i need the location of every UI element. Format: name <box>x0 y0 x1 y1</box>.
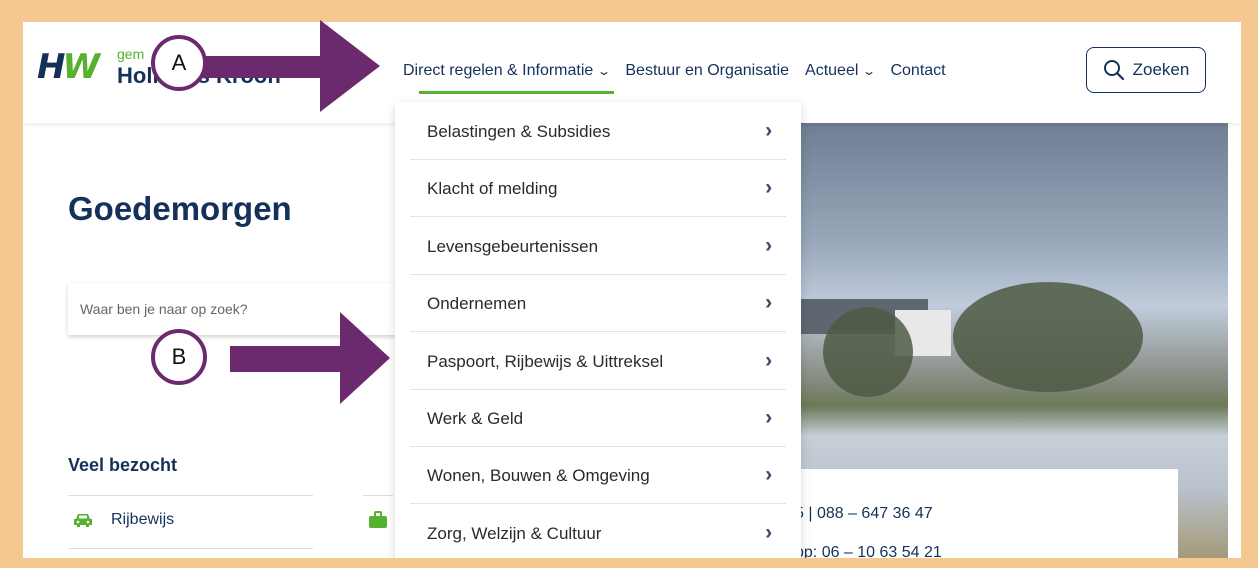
main-nav: Direct regelen & Informatie ⌄ Bestuur en… <box>403 62 962 80</box>
chevron-down-icon: ⌄ <box>597 64 612 78</box>
dropdown-menu: Belastingen & Subsidies ›› Klacht of mel… <box>395 102 801 558</box>
nav-item-direct-regelen[interactable]: Direct regelen & Informatie ⌄ <box>403 62 612 80</box>
divider <box>68 495 313 496</box>
annotation-label: A <box>171 50 187 75</box>
dropdown-item-label: Paspoort, Rijbewijs & Uittreksel <box>427 351 664 371</box>
visited-heading: Veel bezocht <box>68 455 178 475</box>
dropdown-item-levensgebeurtenissen[interactable]: Levensgebeurtenissen ›› <box>410 219 786 275</box>
nav-label: Bestuur en Organisatie <box>625 62 790 79</box>
divider <box>363 495 393 496</box>
briefcase-icon <box>369 511 387 528</box>
dropdown-item-label: Levensgebeurtenissen <box>427 236 599 256</box>
dropdown-item-werk-geld[interactable]: Werk & Geld ›› <box>410 391 786 447</box>
site-logo[interactable]: HW gem Hollands Kroon <box>37 46 281 88</box>
double-chevron-right-icon: ›› <box>765 349 771 372</box>
double-chevron-right-icon: ›› <box>765 463 771 486</box>
visited-link-rijbewijs[interactable]: Rijbewijs <box>73 511 174 529</box>
dropdown-item-label: Klacht of melding <box>427 178 558 198</box>
dropdown-item-paspoort[interactable]: Paspoort, Rijbewijs & Uittreksel ›› <box>410 334 786 390</box>
double-chevron-right-icon: ›› <box>765 522 771 545</box>
search-icon <box>1103 60 1124 81</box>
logo-text-small: gem <box>117 46 145 62</box>
nav-label: Contact <box>890 62 946 79</box>
divider <box>68 548 313 549</box>
search-button-label: Zoeken <box>1132 60 1190 79</box>
logo-mark-icon: HW <box>37 47 100 87</box>
hero-tree <box>953 282 1143 392</box>
dropdown-item-label: Wonen, Bouwen & Omgeving <box>427 465 650 485</box>
active-nav-underline <box>419 91 614 94</box>
dropdown-item-label: Belastingen & Subsidies <box>427 121 611 141</box>
nav-item-bestuur[interactable]: Bestuur en Organisatie <box>625 62 789 80</box>
hero-tree <box>823 307 913 397</box>
dropdown-item-belastingen[interactable]: Belastingen & Subsidies ›› <box>410 104 786 160</box>
nav-item-actueel[interactable]: Actueel ⌄ <box>805 62 877 80</box>
page-greeting: Goedemorgen <box>68 190 292 227</box>
dropdown-item-label: Ondernemen <box>427 293 527 313</box>
dropdown-item-ondernemen[interactable]: Ondernemen ›› <box>410 276 786 332</box>
chevron-down-icon: ⌄ <box>862 64 877 78</box>
annotation-arrow-a <box>200 20 380 112</box>
dropdown-item-label: Werk & Geld <box>427 408 524 428</box>
annotation-marker-a: A <box>151 35 207 91</box>
nav-label: Actueel <box>805 62 859 79</box>
search-button[interactable]: Zoeken <box>1086 47 1206 93</box>
double-chevron-right-icon: ›› <box>765 176 771 199</box>
double-chevron-right-icon: ›› <box>765 291 771 314</box>
nav-label: Direct regelen & Informatie <box>403 62 594 79</box>
car-icon <box>74 514 92 527</box>
double-chevron-right-icon: ›› <box>765 234 771 257</box>
dropdown-item-zorg[interactable]: Zorg, Welzijn & Cultuur ›› <box>410 506 786 558</box>
double-chevron-right-icon: ›› <box>765 119 771 142</box>
annotation-marker-b: B <box>151 329 207 385</box>
contact-phone: 5 | 088 – 647 36 47 <box>795 505 933 522</box>
annotation-label: B <box>171 344 187 369</box>
nav-item-contact[interactable]: Contact <box>890 62 945 80</box>
dropdown-item-wonen[interactable]: Wonen, Bouwen & Omgeving ›› <box>410 448 786 504</box>
dropdown-item-label: Zorg, Welzijn & Cultuur <box>427 524 602 543</box>
contact-app: pp: 06 – 10 63 54 21 <box>795 544 942 558</box>
double-chevron-right-icon: ›› <box>765 406 771 429</box>
visited-link-label: Rijbewijs <box>111 511 175 528</box>
annotation-arrow-b <box>230 312 390 404</box>
dropdown-item-klacht[interactable]: Klacht of melding ›› <box>410 161 786 217</box>
